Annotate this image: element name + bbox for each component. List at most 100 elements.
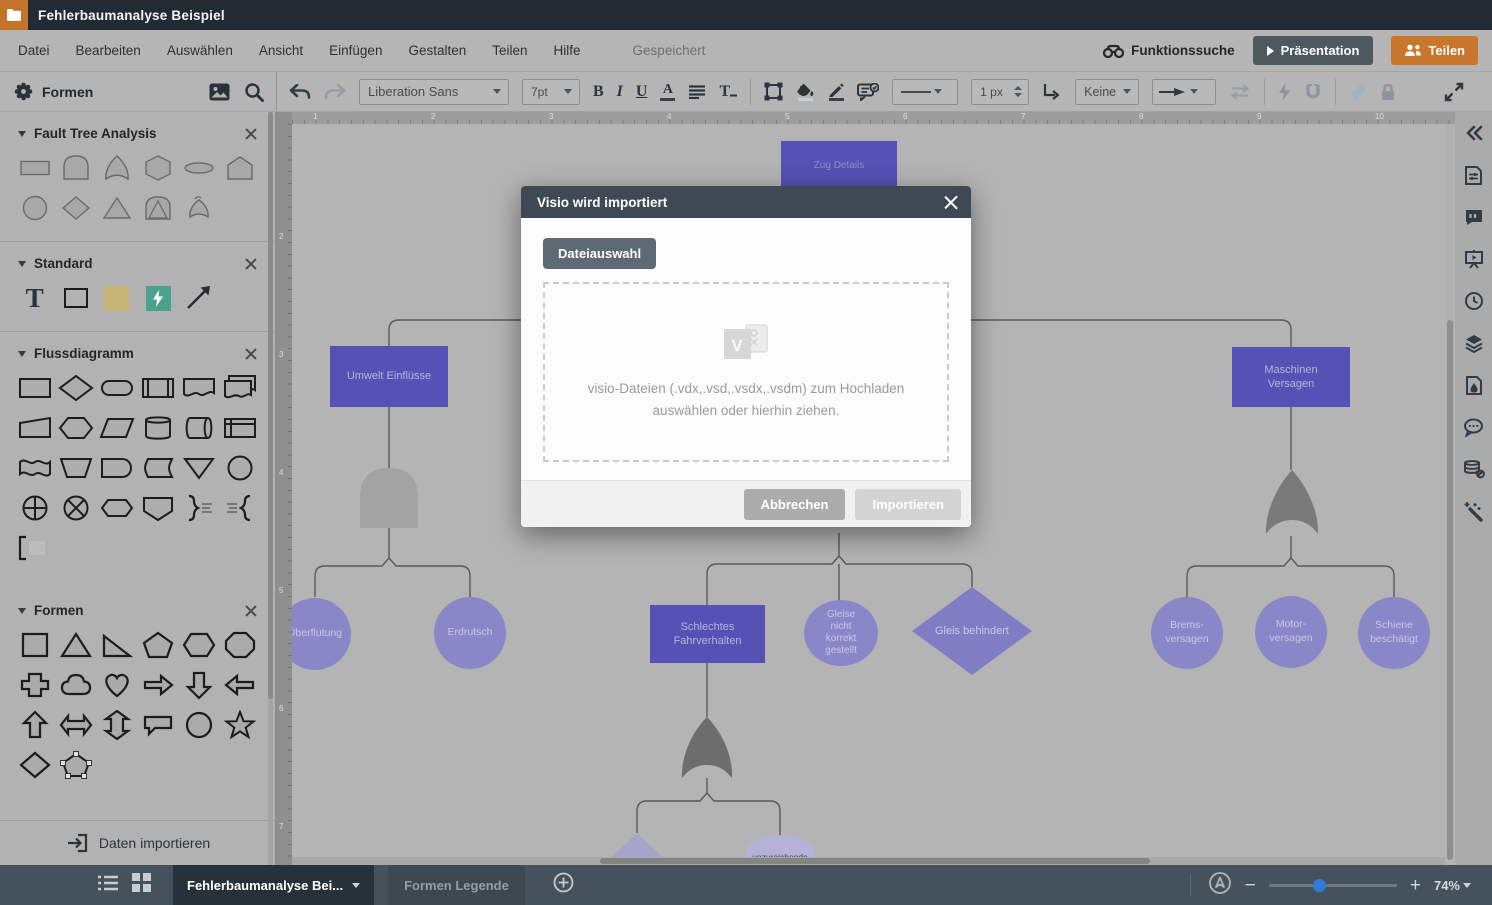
shape-hexagon[interactable] [179, 628, 220, 662]
clear-format-button[interactable]: T [719, 84, 737, 100]
section-shapes[interactable]: Formen [0, 577, 275, 626]
shape-brace-right[interactable] [179, 491, 220, 525]
shape-arrow-left[interactable] [220, 668, 261, 702]
line-color-button[interactable] [828, 83, 844, 101]
shape-preparation[interactable] [55, 411, 96, 445]
shape-terminator[interactable] [96, 371, 137, 405]
and-gate[interactable] [360, 468, 418, 528]
shape-arrow-right[interactable] [138, 668, 179, 702]
shape-rectangle-tool[interactable] [55, 281, 96, 315]
zoom-slider-thumb[interactable] [1313, 879, 1326, 892]
close-section-icon[interactable] [245, 348, 257, 360]
node-erdrutsch[interactable]: Erdrutsch [434, 597, 506, 669]
magnet-snap-button[interactable] [1304, 83, 1322, 101]
history-clock-icon[interactable] [1463, 290, 1485, 312]
canvas-v-scrollbar[interactable] [1446, 124, 1454, 855]
shape-manual-operation[interactable] [55, 451, 96, 485]
shape-delay[interactable] [96, 451, 137, 485]
shape-database[interactable] [138, 411, 179, 445]
document-icon[interactable] [0, 0, 28, 30]
node-bremsversagen[interactable]: Brems- versagen [1151, 597, 1223, 669]
page-grid-icon[interactable] [132, 873, 151, 897]
node-schiene-beschaedigt[interactable]: Schiene beschätigt [1358, 597, 1430, 669]
tab-active-page[interactable]: Fehlerbaumanalyse Bei... [173, 865, 374, 905]
section-standard[interactable]: Standard [0, 242, 275, 279]
line-style-select[interactable] [892, 79, 958, 105]
menu-teilen[interactable]: Teilen [492, 43, 527, 58]
shape-direct-access-storage[interactable] [179, 411, 220, 445]
search-icon[interactable] [244, 82, 264, 102]
comments-icon[interactable] [1463, 416, 1485, 438]
shape-cloud[interactable] [55, 668, 96, 702]
shape-stored-data[interactable] [138, 451, 179, 485]
shape-brace-left[interactable] [220, 491, 261, 525]
or-gate-right[interactable] [1266, 470, 1318, 534]
shape-connector[interactable] [220, 451, 261, 485]
tab-formen-legende[interactable]: Formen Legende [388, 865, 525, 905]
shape-card[interactable] [96, 491, 137, 525]
add-page-icon[interactable] [553, 872, 574, 898]
shape-sticky-note[interactable] [96, 281, 137, 315]
shape-circle[interactable] [179, 708, 220, 742]
undo-button[interactable] [289, 84, 311, 100]
shape-arrow-up-down[interactable] [96, 708, 137, 742]
shape-ft-event-rect[interactable] [14, 151, 55, 185]
shape-ft-hexagon[interactable] [138, 151, 179, 185]
fullscreen-button[interactable] [1444, 82, 1464, 102]
font-family-select[interactable]: Liberation Sans [359, 79, 509, 105]
node-gleise-nicht-korrekt[interactable]: Gleise nicht korrekt gestellt [804, 600, 878, 666]
shape-triangle[interactable] [55, 628, 96, 662]
feature-search-button[interactable]: Funktionssuche [1103, 43, 1235, 58]
theme-icon[interactable] [1463, 374, 1485, 396]
shape-arrow-down[interactable] [179, 668, 220, 702]
node-umwelt-einfluesse[interactable]: Umwelt Einflüsse [330, 346, 448, 407]
shape-paper-tape[interactable] [14, 451, 55, 485]
shape-ft-basic-event-circle[interactable] [14, 191, 55, 225]
fit-to-screen-icon[interactable] [1208, 871, 1232, 900]
panel-scrollbar[interactable] [268, 112, 273, 865]
file-select-button[interactable]: Dateiauswahl [543, 238, 656, 269]
arrowhead-select[interactable] [1152, 79, 1216, 105]
menu-bearbeiten[interactable]: Bearbeiten [76, 43, 141, 58]
shape-star[interactable] [220, 708, 261, 742]
shape-multiple-documents[interactable] [220, 371, 261, 405]
close-section-icon[interactable] [245, 258, 257, 270]
close-section-icon[interactable] [245, 128, 257, 140]
shape-ft-external-event[interactable] [220, 151, 261, 185]
notes-icon[interactable] [1463, 206, 1485, 228]
lock-button[interactable] [1380, 83, 1396, 101]
shape-text-bracket[interactable] [14, 531, 55, 565]
text-color-button[interactable]: A [660, 83, 675, 101]
shape-octagon[interactable] [220, 628, 261, 662]
node-zug-details[interactable]: Zug Details [781, 141, 897, 190]
shape-ft-inhibit-gate[interactable] [179, 191, 220, 225]
text-align-button[interactable] [688, 85, 706, 99]
shape-heart[interactable] [96, 668, 137, 702]
redo-button[interactable] [324, 84, 346, 100]
or-gate-middle[interactable] [682, 717, 732, 778]
shape-frame-button[interactable] [764, 82, 783, 101]
stepper-arrows[interactable] [1014, 86, 1022, 97]
zoom-level[interactable]: 74% [1434, 878, 1478, 893]
layers-icon[interactable] [1463, 332, 1485, 354]
menu-auswaehlen[interactable]: Auswählen [167, 43, 233, 58]
shape-ft-conditional-ellipse[interactable] [179, 151, 220, 185]
shape-arrow-left-right[interactable] [55, 708, 96, 742]
menu-hilfe[interactable]: Hilfe [554, 43, 581, 58]
page-list-icon[interactable] [98, 875, 118, 896]
import-button[interactable]: Importieren [855, 489, 961, 520]
menu-gestalten[interactable]: Gestalten [408, 43, 466, 58]
collapse-rail-icon[interactable] [1463, 122, 1485, 144]
shape-ft-and-gate[interactable] [55, 151, 96, 185]
node-maschinen-versagen[interactable]: Maschinen Versagen [1232, 347, 1350, 407]
quick-actions-button[interactable] [1278, 83, 1291, 101]
shape-decision[interactable] [55, 371, 96, 405]
shape-ft-undeveloped-diamond[interactable] [55, 191, 96, 225]
presentation-icon[interactable] [1463, 248, 1485, 270]
bold-button[interactable]: B [593, 84, 604, 100]
close-section-icon[interactable] [245, 605, 257, 617]
shape-hotspot[interactable] [138, 281, 179, 315]
shape-ft-or-gate[interactable] [96, 151, 137, 185]
shape-square[interactable] [14, 628, 55, 662]
file-dropzone[interactable]: V visio-Dateien (.vdx,.vsd,.vsdx,.vsdm) … [543, 282, 949, 462]
